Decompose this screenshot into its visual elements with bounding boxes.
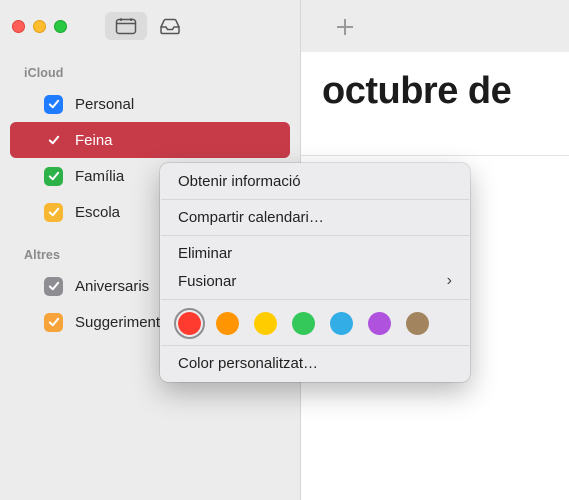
calendar-checkbox[interactable] — [44, 131, 63, 150]
calendar-window: octubre de iCloud Personal Feina Família Esc… — [0, 0, 569, 500]
sidebar-calendar-item[interactable]: Personal — [10, 86, 290, 122]
plus-icon — [335, 17, 355, 37]
color-swatch[interactable] — [292, 312, 315, 335]
minimize-window-button[interactable] — [33, 20, 46, 33]
calendar-context-menu: Obtenir informació Compartir calendari… … — [160, 163, 470, 382]
sidebar-calendar-item[interactable]: Feina — [10, 122, 290, 158]
calendar-checkbox[interactable] — [44, 95, 63, 114]
calendar-label: Feina — [75, 132, 113, 149]
zoom-window-button[interactable] — [54, 20, 67, 33]
chevron-right-icon: › — [447, 272, 452, 290]
menu-share-calendar[interactable]: Compartir calendari… — [160, 204, 470, 231]
weekday-bar — [300, 134, 569, 156]
calendar-checkbox[interactable] — [44, 167, 63, 186]
menu-delete[interactable]: Eliminar — [160, 240, 470, 267]
menu-custom-color[interactable]: Color personalitzat… — [160, 350, 470, 377]
add-event-button[interactable] — [330, 12, 360, 42]
calendar-icon — [115, 17, 137, 35]
calendar-label: Aniversaris — [75, 278, 149, 295]
menu-separator — [161, 235, 469, 236]
menu-separator — [161, 345, 469, 346]
calendar-checkbox[interactable] — [44, 203, 63, 222]
calendar-checkbox[interactable] — [44, 313, 63, 332]
inbox-button[interactable] — [149, 12, 191, 40]
sidebar-section-label: iCloud — [0, 62, 300, 86]
calendars-toggle-button[interactable] — [105, 12, 147, 40]
color-swatch[interactable] — [368, 312, 391, 335]
menu-separator — [161, 299, 469, 300]
color-swatch[interactable] — [406, 312, 429, 335]
titlebar — [0, 0, 569, 52]
close-window-button[interactable] — [12, 20, 25, 33]
color-swatch[interactable] — [216, 312, 239, 335]
color-swatch[interactable] — [330, 312, 353, 335]
window-controls — [12, 20, 67, 33]
calendar-label: Personal — [75, 96, 134, 113]
color-swatch-row — [160, 304, 470, 341]
calendar-checkbox[interactable] — [44, 277, 63, 296]
calendar-label: Escola — [75, 204, 120, 221]
month-title: octubre de — [322, 70, 511, 113]
menu-merge[interactable]: Fusionar › — [160, 267, 470, 295]
calendar-label: Família — [75, 168, 124, 185]
color-swatch[interactable] — [178, 312, 201, 335]
toolbar-group — [105, 12, 191, 40]
menu-get-info[interactable]: Obtenir informació — [160, 168, 470, 195]
menu-separator — [161, 199, 469, 200]
color-swatch[interactable] — [254, 312, 277, 335]
tray-icon — [159, 17, 181, 35]
